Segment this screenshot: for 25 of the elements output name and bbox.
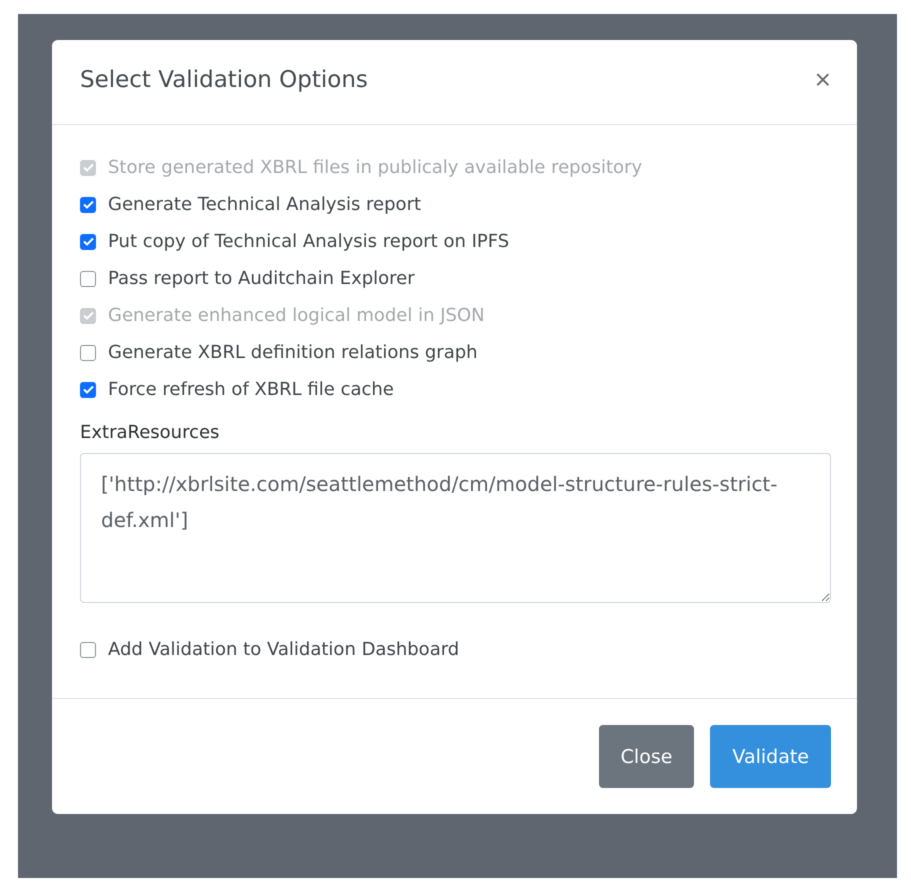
checkbox[interactable] [80,344,96,360]
option-label: Force refresh of XBRL file cache [108,379,394,400]
checkmark-icon [82,163,94,172]
checkmark-icon [82,200,94,209]
option-label: Generate XBRL definition relations graph [108,342,478,363]
extra-resources-field[interactable]: ['http://xbrlsite.com/seattlemethod/cm/model-structure-rules-strict-def.xml'] [80,453,831,603]
option-label: Generate enhanced logical model in JSON [108,305,485,326]
checkbox[interactable] [80,196,96,212]
option-label: Generate Technical Analysis report [108,194,422,215]
checkbox[interactable] [80,382,96,398]
option-label: Store generated XBRL files in publicaly available repository [108,157,642,178]
checkbox[interactable] [80,270,96,286]
option-label: Pass report to Auditchain Explorer [108,268,415,289]
option-label: Add Validation to Validation Dashboard [108,639,460,660]
checkmark-icon [82,385,94,394]
dialog-title: Select Validation Options [80,67,368,93]
close-button[interactable]: Close [598,725,694,788]
checkbox[interactable] [80,234,96,250]
validate-button[interactable]: Validate [710,725,831,788]
checkmark-icon [82,237,94,246]
close-button[interactable]: × [814,66,831,94]
checkbox[interactable] [80,642,96,658]
checkmark-icon [82,311,94,320]
option-label: Put copy of Technical Analysis report on IPFS [108,231,510,252]
field-label: ExtraResources [80,422,220,443]
